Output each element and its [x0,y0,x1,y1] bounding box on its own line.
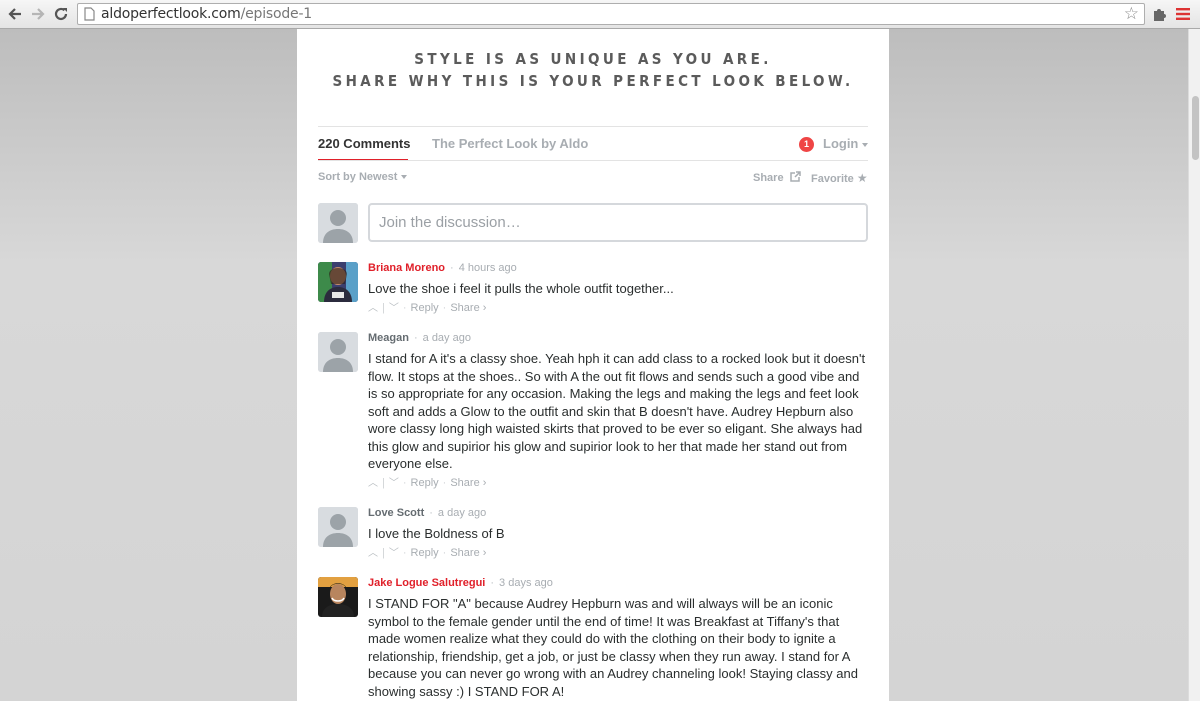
separator: · [442,301,447,314]
separator: · [402,476,407,489]
comment-timestamp[interactable]: 4 hours ago [459,262,517,274]
comment-actions: ︿ | ﹀ · Reply · Share › [368,546,868,561]
page-viewport: STYLE IS AS UNIQUE AS YOU ARE. SHARE WHY… [0,29,1188,701]
avatar[interactable] [318,332,358,372]
share-label: Share [753,172,784,184]
separator: | [382,546,385,559]
downvote-icon[interactable]: ﹀ [389,303,399,314]
separator: · [442,476,447,489]
downvote-icon[interactable]: ﹀ [389,548,399,559]
login-label: Login [823,136,859,151]
tab-comments[interactable]: 220 Comments [318,136,410,151]
divider [318,160,868,161]
share-link[interactable]: Share › [450,477,486,489]
browser-toolbar: aldoperfectlook.com/episode-1 ☆ [0,0,1200,29]
separator: | [382,301,385,314]
share-icon [789,171,801,182]
avatar[interactable] [318,262,358,302]
upvote-icon[interactable]: ︿ [368,303,378,314]
url-path: /episode-1 [240,6,313,22]
comment-input[interactable] [370,205,866,240]
comment-actions: ︿ | ﹀ · Reply · Share › [368,476,868,491]
comment-actions: ︿ | ﹀ · Reply · Share › [368,301,868,316]
favorite-label: Favorite [811,173,854,185]
chevron-down-icon [862,142,869,147]
sort-dropdown[interactable]: Sort by Newest [318,171,408,183]
chevron-down-icon [401,175,408,180]
comment-meta: Meagan · a day ago [368,332,868,344]
separator: | [382,476,385,489]
headline-line-1: STYLE IS AS UNIQUE AS YOU ARE. [414,50,772,68]
meta-separator: · [490,577,495,589]
comment-timestamp[interactable]: a day ago [423,332,471,344]
reply-button[interactable]: Reply [411,477,439,489]
comment-author[interactable]: Love Scott [368,507,424,519]
page-headline: STYLE IS AS UNIQUE AS YOU ARE. SHARE WHY… [297,48,889,92]
comment-meta: Jake Logue Salutregui · 3 days ago [368,577,868,589]
notification-badge[interactable]: 1 [799,137,814,152]
page-icon [84,7,95,26]
meta-separator: · [429,507,433,519]
share-button[interactable]: Share [753,171,801,184]
comment-meta: Love Scott · a day ago [368,507,868,519]
favorite-button[interactable]: Favorite ★ [811,171,868,185]
comment-meta: Briana Moreno · 4 hours ago [368,262,868,274]
comment-author[interactable]: Meagan [368,332,409,344]
downvote-icon[interactable]: ﹀ [389,478,399,489]
login-menu[interactable]: Login [823,136,869,151]
avatar [318,203,358,243]
comment-text: I stand for A it's a classy shoe. Yeah h… [368,351,866,471]
avatar[interactable] [318,507,358,547]
reload-icon[interactable] [50,3,72,25]
upvote-icon[interactable]: ︿ [368,478,378,489]
scrollbar-thumb[interactable] [1192,96,1199,160]
meta-separator: · [450,262,454,274]
share-link[interactable]: Share › [450,302,486,314]
comment-timestamp[interactable]: a day ago [438,507,486,519]
comment-body: Love Scott · a day ago I love the Boldness… [368,507,868,561]
comment-text: I STAND FOR "A" because Audrey Hepburn w… [368,596,858,699]
comment-timestamp[interactable]: 3 days ago [499,577,553,589]
hamburger-menu-icon[interactable] [1172,3,1194,25]
meta-separator: · [413,332,418,344]
reply-button[interactable]: Reply [411,302,439,314]
comments-panel: STYLE IS AS UNIQUE AS YOU ARE. SHARE WHY… [297,29,889,701]
separator: · [402,546,407,559]
separator: · [402,301,407,314]
separator: · [442,546,447,559]
upvote-icon[interactable]: ︿ [368,548,378,559]
comment-body: Briana Moreno · 4 hours ago Love the shoe … [368,262,868,316]
comment-text: I love the Boldness of B [368,526,505,541]
tab-community[interactable]: The Perfect Look by Aldo [432,136,588,151]
comment-composer[interactable] [368,203,868,242]
comment-author[interactable]: Briana Moreno [368,262,445,274]
address-bar[interactable]: aldoperfectlook.com/episode-1 ☆ [77,3,1145,25]
page-scrollbar[interactable] [1188,29,1200,701]
reply-button[interactable]: Reply [411,547,439,559]
share-link[interactable]: Share › [450,547,486,559]
comment-text: Love the shoe i feel it pulls the whole … [368,281,674,296]
star-icon[interactable]: ☆ [1124,5,1139,23]
comment-body: Meagan · a day ago I stand for A it's a cl… [368,332,868,491]
headline-line-2: SHARE WHY THIS IS YOUR PERFECT LOOK BELO… [332,72,854,90]
puzzle-icon[interactable] [1148,3,1170,25]
divider [318,126,868,127]
avatar[interactable] [318,577,358,617]
forward-arrow-icon[interactable] [27,3,49,25]
star-icon: ★ [856,171,868,185]
comment-author[interactable]: Jake Logue Salutregui [368,577,485,589]
back-arrow-icon[interactable] [4,3,26,25]
sort-label: Sort by Newest [318,171,398,183]
url-text: aldoperfectlook.com/episode-1 [101,6,312,22]
comment-body: Jake Logue Salutregui · 3 days ago I STAND… [368,577,868,700]
url-domain: aldoperfectlook.com [101,6,241,22]
